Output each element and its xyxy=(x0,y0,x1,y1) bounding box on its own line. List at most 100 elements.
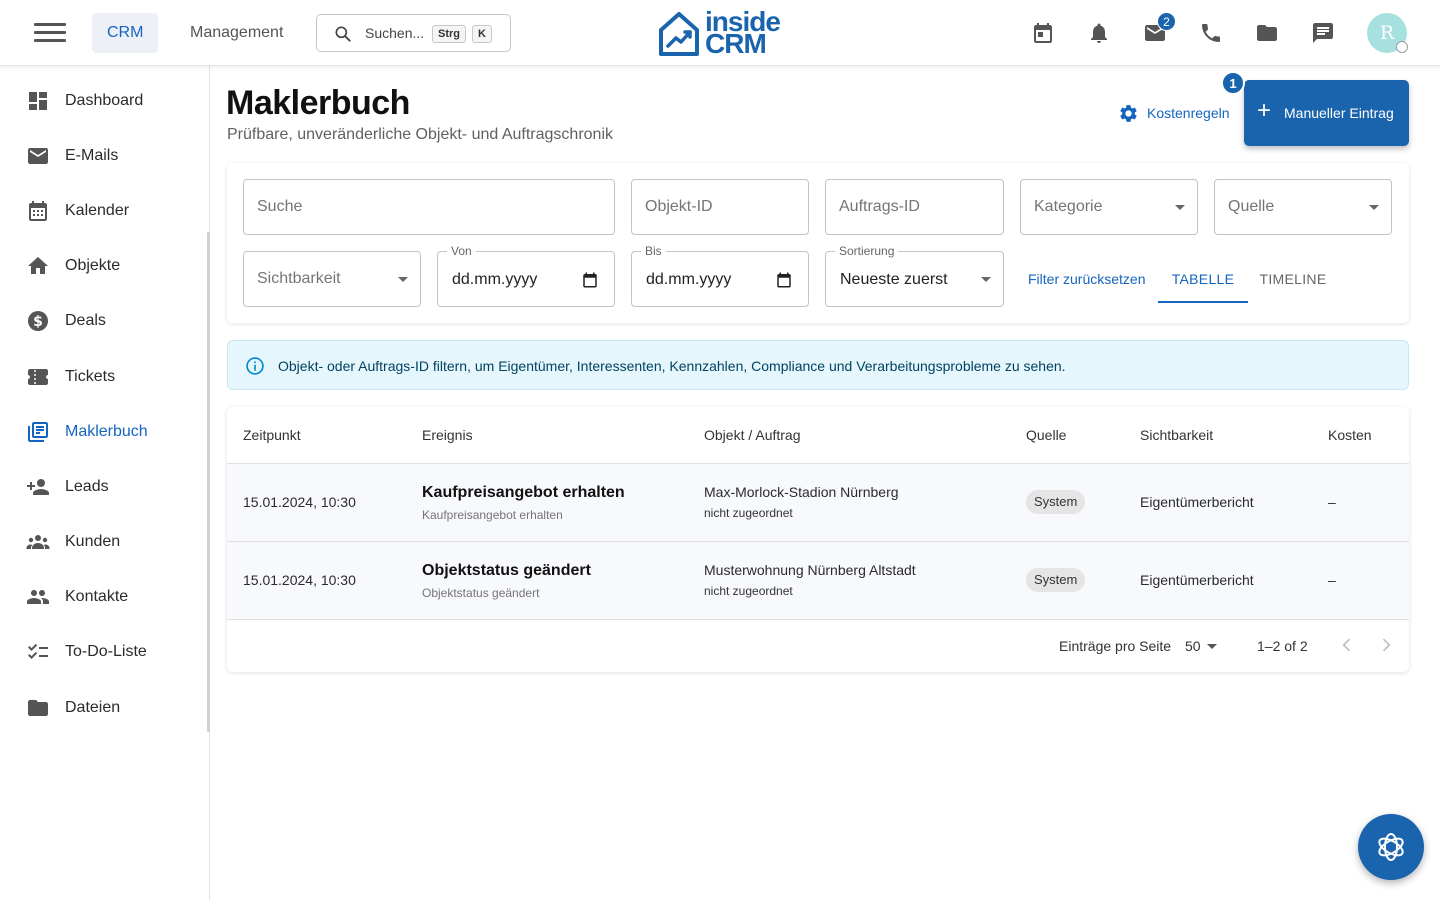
sidebar-scrollbar[interactable] xyxy=(207,232,210,732)
chevron-down-icon xyxy=(1369,205,1379,210)
assistant-button[interactable] xyxy=(1358,814,1424,880)
column-header-objekt-auftrag[interactable]: Objekt / Auftrag xyxy=(704,427,801,443)
sort-select[interactable]: Sortierung Neueste zuerst xyxy=(825,243,1004,307)
info-icon xyxy=(246,357,264,375)
bell-icon[interactable] xyxy=(1087,21,1111,45)
phone-icon[interactable] xyxy=(1199,21,1223,45)
sidebar-item-label: Dateien xyxy=(65,699,121,716)
category-select[interactable]: Kategorie xyxy=(1020,179,1198,235)
column-header-quelle[interactable]: Quelle xyxy=(1026,427,1066,443)
info-alert-text: Objekt- oder Auftrags-ID filtern, um Eig… xyxy=(278,358,1066,374)
row-object-subtitle: nicht zugeordnet xyxy=(704,584,793,598)
rows-per-page-select[interactable]: 50 xyxy=(1185,638,1201,654)
row-cost: – xyxy=(1328,572,1336,588)
source-chip: System xyxy=(1026,490,1086,514)
sidebar-item-emails[interactable]: E-Mails xyxy=(0,134,207,178)
top-app-bar: CRM Management Suchen... Strg K inside C… xyxy=(0,0,1440,66)
source-placeholder: Quelle xyxy=(1228,198,1275,215)
sidebar-item-label: Kunden xyxy=(65,533,121,550)
row-object-subtitle: nicht zugeordnet xyxy=(704,506,793,520)
events-table: Zeitpunkt Ereignis Objekt / Auftrag Quel… xyxy=(227,407,1409,672)
calendar-icon xyxy=(29,201,47,221)
source-select[interactable]: Quelle xyxy=(1214,179,1392,235)
sidebar-item-maklerbuch[interactable]: Maklerbuch xyxy=(0,410,207,454)
chat-icon[interactable] xyxy=(1311,21,1335,45)
sidebar-item-leads[interactable]: Leads xyxy=(0,465,207,509)
chevron-right-icon[interactable] xyxy=(1376,635,1396,655)
nav-tab-management[interactable]: Management xyxy=(175,13,298,53)
calendar-icon[interactable] xyxy=(1031,21,1055,45)
table-row[interactable]: 15.01.2024, 10:30 Kaufpreisangebot erhal… xyxy=(227,464,1409,542)
sidebar-item-label: To-Do-Liste xyxy=(65,643,147,660)
row-visibility: Eigentümerbericht xyxy=(1140,572,1254,588)
order-id-input[interactable]: Auftrags-ID xyxy=(825,179,1004,235)
row-event-subtitle: Kaufpreisangebot erhalten xyxy=(422,508,563,522)
logo[interactable]: inside CRM xyxy=(657,8,787,58)
sidebar-item-objekte[interactable]: Objekte xyxy=(0,244,207,288)
sidebar-item-label: Tickets xyxy=(65,368,116,385)
calendar-icon[interactable] xyxy=(581,271,599,289)
sidebar-item-label: E-Mails xyxy=(65,147,119,164)
sidebar-item-kalender[interactable]: Kalender xyxy=(0,189,207,233)
row-cost: – xyxy=(1328,494,1336,510)
svg-text:$: $ xyxy=(33,314,43,330)
sidebar-item-tickets[interactable]: Tickets xyxy=(0,355,207,399)
status-indicator xyxy=(1396,41,1408,53)
sidebar-item-dashboard[interactable]: Dashboard xyxy=(0,79,207,123)
from-date-value: dd.mm.yyyy xyxy=(452,271,538,288)
to-date-input[interactable]: Bis dd.mm.yyyy xyxy=(631,243,809,307)
page-title: Maklerbuch xyxy=(226,84,410,122)
row-event-subtitle: Objektstatus geändert xyxy=(422,586,540,600)
chevron-left-icon[interactable] xyxy=(1337,635,1357,655)
folder-icon[interactable] xyxy=(1255,21,1279,45)
sidebar-item-todo[interactable]: To-Do-Liste xyxy=(0,630,207,674)
dashboard-icon xyxy=(29,92,47,110)
menu-icon[interactable] xyxy=(34,20,66,46)
sidebar-item-label: Dashboard xyxy=(65,92,144,109)
to-date-label: Bis xyxy=(641,243,666,259)
folder-icon xyxy=(28,700,48,716)
sidebar-item-label: Leads xyxy=(65,478,109,495)
rows-per-page-label: Einträge pro Seite xyxy=(1059,638,1172,654)
reset-filters-link[interactable]: Filter zurücksetzen xyxy=(1028,271,1145,287)
manual-entry-button[interactable]: + Manueller Eintrag xyxy=(1244,80,1409,146)
from-date-input[interactable]: Von dd.mm.yyyy xyxy=(437,243,615,307)
groups-icon xyxy=(26,535,50,549)
manual-entry-label: Manueller Eintrag xyxy=(1284,105,1394,121)
ticket-icon xyxy=(28,369,48,385)
column-header-sichtbarkeit[interactable]: Sichtbarkeit xyxy=(1140,427,1213,443)
column-header-zeitpunkt[interactable]: Zeitpunkt xyxy=(243,427,301,443)
search-icon xyxy=(335,26,351,42)
row-event-title: Kaufpreisangebot erhalten xyxy=(422,484,625,501)
column-header-kosten[interactable]: Kosten xyxy=(1328,427,1372,443)
sidebar-item-kunden[interactable]: Kunden xyxy=(0,520,207,564)
library-icon xyxy=(28,422,48,442)
tab-timeline[interactable]: TIMELINE xyxy=(1248,251,1338,303)
checklist-icon xyxy=(28,643,48,659)
table-row[interactable]: 15.01.2024, 10:30 Objektstatus geändert … xyxy=(227,542,1409,620)
global-search[interactable]: Suchen... Strg K xyxy=(316,14,511,52)
calendar-icon[interactable] xyxy=(775,271,793,289)
column-header-ereignis[interactable]: Ereignis xyxy=(422,427,473,443)
visibility-select[interactable]: Sichtbarkeit xyxy=(243,251,421,307)
tab-tabelle[interactable]: TABELLE xyxy=(1158,251,1248,303)
dollar-icon: $ xyxy=(28,311,48,331)
mail-icon xyxy=(28,148,48,164)
mail-count-badge: 2 xyxy=(1157,12,1176,31)
search-input[interactable]: Suche xyxy=(243,179,615,235)
sidebar-item-kontakte[interactable]: Kontakte xyxy=(0,575,207,619)
search-placeholder: Suchen... xyxy=(365,25,425,41)
shortcut-key-ctrl: Strg xyxy=(432,25,466,43)
house-chart-icon xyxy=(659,12,699,56)
row-time: 15.01.2024, 10:30 xyxy=(243,572,356,588)
from-date-label: Von xyxy=(447,243,476,259)
manual-entry-badge: 1 xyxy=(1221,71,1245,95)
sidebar-item-dateien[interactable]: Dateien xyxy=(0,686,207,730)
sidebar-item-deals[interactable]: $ Deals xyxy=(0,299,207,343)
nav-tab-crm[interactable]: CRM xyxy=(92,13,159,53)
row-event-title: Objektstatus geändert xyxy=(422,562,591,579)
object-id-input[interactable]: Objekt-ID xyxy=(631,179,809,235)
chevron-down-icon[interactable] xyxy=(1207,644,1217,649)
chevron-down-icon xyxy=(398,277,408,282)
page-subtitle: Prüfbare, unveränderliche Objekt- und Au… xyxy=(227,126,613,143)
